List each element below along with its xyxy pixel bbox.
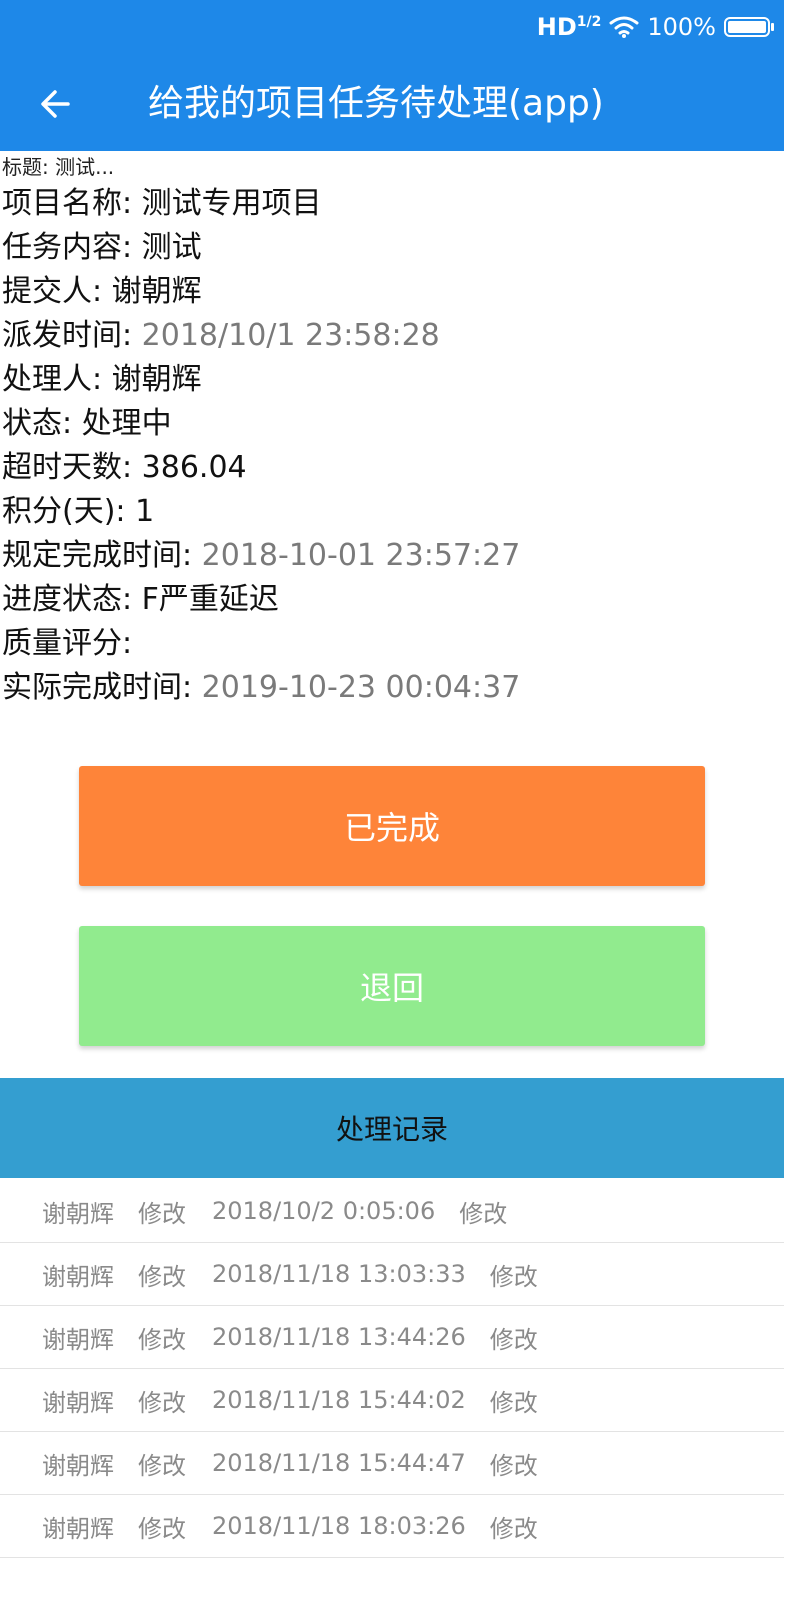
record-time: 2018/11/18 13:44:26: [212, 1323, 466, 1351]
submitter-label: 提交人:: [2, 274, 112, 309]
submitter-row: 提交人: 谢朝辉: [0, 270, 784, 314]
actual-finish-label: 实际完成时间:: [2, 670, 202, 705]
actual-finish-value: 2019-10-23 00:04:37: [201, 670, 521, 705]
complete-button[interactable]: 已完成: [79, 766, 705, 886]
task-content-row: 任务内容: 测试: [0, 226, 784, 270]
record-user: 谢朝辉: [42, 1199, 114, 1228]
points-label: 积分(天):: [2, 494, 136, 529]
task-detail: 标题: 测试... 项目名称: 测试专用项目 任务内容: 测试 提交人: 谢朝辉…: [0, 152, 784, 710]
record-user: 谢朝辉: [42, 1325, 114, 1354]
back-button[interactable]: [32, 80, 80, 128]
actual-finish-row: 实际完成时间: 2019-10-23 00:04:37: [0, 666, 784, 710]
progress-row: 进度状态: F严重延迟: [0, 578, 784, 622]
points-row: 积分(天): 1: [0, 490, 784, 534]
records-header: 处理记录: [0, 1078, 784, 1178]
handler-label: 处理人:: [2, 362, 112, 397]
record-note: 修改: [459, 1199, 508, 1228]
records-title: 处理记录: [335, 1113, 448, 1146]
status-value: 处理中: [81, 406, 172, 441]
project-name-row: 项目名称: 测试专用项目: [0, 182, 784, 226]
record-time: 2018/10/2 0:05:06: [212, 1197, 436, 1225]
quality-row: 质量评分:: [0, 622, 784, 666]
dispatch-time-row: 派发时间: 2018/10/1 23:58:28: [0, 314, 784, 358]
arrow-left-icon: [41, 90, 70, 118]
handler-row: 处理人: 谢朝辉: [0, 358, 784, 402]
wifi-icon: [609, 16, 639, 38]
record-action: 修改: [138, 1451, 186, 1480]
record-time: 2018/11/18 15:44:02: [212, 1386, 466, 1414]
status-bar: HD1/2 100%: [537, 10, 774, 44]
battery-icon: [724, 17, 774, 37]
status-row: 状态: 处理中: [0, 402, 784, 446]
status-label: 状态:: [2, 406, 82, 441]
overdue-days-label: 超时天数:: [2, 450, 142, 485]
quality-label: 质量评分:: [2, 626, 133, 661]
network-sub: 1/2: [576, 14, 602, 30]
dispatch-time-label: 派发时间:: [2, 318, 142, 353]
battery-percent: 100%: [647, 13, 716, 41]
record-action: 修改: [138, 1388, 186, 1417]
record-note: 修改: [489, 1325, 538, 1354]
record-row[interactable]: 谢朝辉 修改 2018/11/18 18:03:26 修改: [0, 1495, 784, 1558]
record-row[interactable]: 谢朝辉 修改 2018/11/18 15:44:47 修改: [0, 1432, 784, 1495]
network-indicator: HD1/2: [537, 13, 602, 41]
nav-row: 给我的项目任务待处理(app): [0, 62, 784, 148]
task-content-value: 测试: [141, 230, 202, 265]
record-action: 修改: [138, 1262, 186, 1291]
network-type: HD: [536, 13, 577, 41]
record-action: 修改: [138, 1325, 186, 1354]
handler-value: 谢朝辉: [111, 362, 202, 397]
page-title: 给我的项目任务待处理(app): [148, 83, 604, 124]
progress-value: F严重延迟: [141, 582, 279, 617]
record-time: 2018/11/18 18:03:26: [212, 1512, 466, 1540]
overdue-days-row: 超时天数: 386.04: [0, 446, 784, 490]
project-name-label: 项目名称:: [2, 186, 142, 221]
record-row[interactable]: 谢朝辉 修改 2018/11/18 15:44:02 修改: [0, 1369, 784, 1432]
record-time: 2018/11/18 15:44:47: [212, 1449, 466, 1477]
record-action: 修改: [138, 1514, 186, 1543]
points-value: 1: [135, 494, 155, 529]
record-note: 修改: [489, 1262, 538, 1291]
app-header: HD1/2 100% 给我的项目任务待处理(app): [0, 0, 784, 151]
progress-label: 进度状态:: [2, 582, 142, 617]
deadline-value: 2018-10-01 23:57:27: [201, 538, 521, 573]
record-note: 修改: [489, 1514, 538, 1543]
task-content-label: 任务内容:: [2, 230, 142, 265]
task-title: 标题: 测试...: [2, 155, 115, 179]
record-user: 谢朝辉: [42, 1451, 114, 1480]
record-user: 谢朝辉: [42, 1514, 114, 1543]
dispatch-time-value: 2018/10/1 23:58:28: [141, 318, 440, 353]
record-note: 修改: [489, 1388, 538, 1417]
deadline-label: 规定完成时间:: [2, 538, 202, 573]
record-row[interactable]: 谢朝辉 修改 2018/11/18 13:44:26 修改: [0, 1306, 784, 1369]
return-button[interactable]: 退回: [79, 926, 705, 1046]
overdue-days-value: 386.04: [141, 450, 247, 485]
record-action: 修改: [138, 1199, 186, 1228]
record-user: 谢朝辉: [42, 1388, 114, 1417]
submitter-value: 谢朝辉: [111, 274, 202, 309]
record-row[interactable]: 谢朝辉 修改 2018/10/2 0:05:06 修改: [0, 1180, 784, 1243]
record-note: 修改: [489, 1451, 538, 1480]
project-name-value: 测试专用项目: [141, 186, 322, 221]
records-list: 谢朝辉 修改 2018/10/2 0:05:06 修改 谢朝辉 修改 2018/11/18 …: [0, 1180, 784, 1558]
record-row[interactable]: 谢朝辉 修改 2018/11/18 13:03:33 修改: [0, 1243, 784, 1306]
record-time: 2018/11/18 13:03:33: [212, 1260, 466, 1288]
deadline-row: 规定完成时间: 2018-10-01 23:57:27: [0, 534, 784, 578]
record-user: 谢朝辉: [42, 1262, 114, 1291]
